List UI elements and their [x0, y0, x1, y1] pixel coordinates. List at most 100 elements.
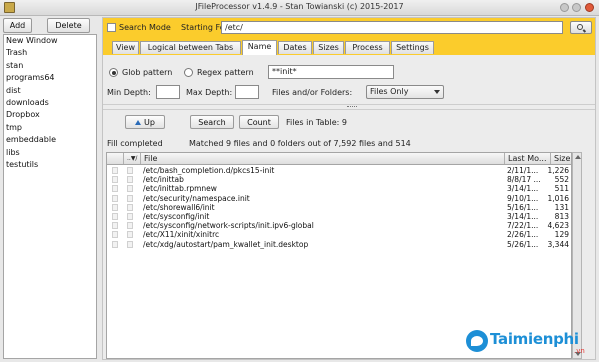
splitter[interactable] [103, 104, 595, 110]
table-row[interactable]: /etc/X11/xinit/xinitrc 2/26/1... 129 [107, 230, 571, 239]
bookmark-item[interactable]: tmp [4, 122, 96, 134]
row-select-box[interactable] [112, 176, 118, 184]
table-row[interactable]: /etc/sysconfig/init 3/14/1... 813 [107, 212, 571, 221]
regex-pattern-label: Regex pattern [197, 68, 254, 77]
header-select[interactable] [107, 153, 124, 164]
table-row[interactable]: /etc/inittab.rpmnew 3/14/1... 511 [107, 184, 571, 193]
files-folders-label: Files and/or Folders: [272, 88, 353, 97]
glob-pattern-radio[interactable] [109, 68, 118, 77]
cell-size: 131 [554, 202, 569, 212]
header-sort-indicator[interactable]: ..▼/ [124, 153, 141, 164]
cell-file: /etc/xdg/autostart/pam_kwallet_init.desk… [143, 239, 309, 249]
row-select-box[interactable] [112, 203, 118, 211]
row-select-box[interactable] [112, 167, 118, 174]
max-depth-label: Max Depth: [186, 88, 233, 97]
search-button[interactable]: Search [190, 115, 234, 129]
tab-process[interactable]: Process [345, 41, 390, 54]
row-select-box[interactable] [112, 185, 118, 193]
cell-size: 552 [554, 175, 569, 185]
cell-file: /etc/security/namespace.init [143, 193, 250, 203]
table-row[interactable]: /etc/shorewall6/init 5/16/1... 131 [107, 203, 571, 212]
cell-last-modified: 5/26/1... [507, 239, 539, 249]
tab-name[interactable]: Name [242, 40, 277, 55]
cell-last-modified: 9/10/1... [507, 193, 539, 203]
bookmark-item[interactable]: testutils [4, 159, 96, 171]
row-select-box[interactable] [112, 240, 118, 248]
header-last-modified[interactable]: Last Mo... [505, 153, 551, 164]
window-title: JFileProcessor v1.4.9 - Stan Towianski (… [195, 2, 404, 11]
minimize-button[interactable] [560, 3, 569, 12]
close-button[interactable] [585, 3, 594, 12]
browse-folder-button[interactable] [570, 21, 592, 34]
cell-file: /etc/X11/xinit/xinitrc [143, 230, 220, 240]
count-button[interactable]: Count [239, 115, 279, 129]
header-file[interactable]: File [141, 153, 505, 164]
cell-size: 511 [554, 184, 569, 194]
watermark-text: Taimienphi [490, 330, 579, 348]
cell-last-modified: 7/22/1... [507, 221, 539, 231]
files-folders-select[interactable]: Files Only [366, 85, 444, 99]
bookmark-item[interactable]: Trash [4, 47, 96, 59]
row-select-box[interactable] [112, 231, 118, 239]
tab-sizes[interactable]: Sizes [313, 41, 344, 54]
cell-last-modified: 5/16/1... [507, 202, 539, 212]
bookmark-list: New Window Trash stan programs64 dist do… [3, 34, 97, 359]
splitter-grip-icon [347, 106, 357, 108]
search-icon [577, 24, 583, 30]
max-depth-input[interactable] [235, 85, 259, 99]
bookmark-item[interactable]: dist [4, 85, 96, 97]
table-header: ..▼/ File Last Mo... Size [107, 153, 571, 165]
up-button[interactable]: Up [125, 115, 165, 129]
title-bar: JFileProcessor v1.4.9 - Stan Towianski (… [0, 0, 599, 16]
arrow-up-icon [135, 120, 142, 125]
tab-logical[interactable]: Logical between Tabs [140, 41, 241, 54]
file-icon [127, 185, 133, 193]
bookmark-item[interactable]: stan [4, 60, 96, 72]
cell-size: 813 [554, 212, 569, 221]
tab-view[interactable]: View [112, 41, 139, 54]
row-select-box[interactable] [112, 194, 118, 202]
table-row[interactable]: /etc/security/namespace.init 9/10/1... 1,0… [107, 194, 571, 203]
cell-size: 3,344 [547, 239, 569, 249]
cell-file: /etc/sysconfig/network-scripts/init.ipv6… [143, 221, 314, 231]
header-size[interactable]: Size [551, 153, 571, 164]
table-row[interactable]: /etc/inittab 8/8/17 ... 552 [107, 175, 571, 184]
table-row[interactable]: /etc/bash_completion.d/pkcs15-init 2/11/1… [107, 166, 571, 175]
file-icon [127, 231, 133, 239]
add-button[interactable]: Add [3, 18, 32, 33]
cell-file: /etc/inittab [143, 175, 184, 185]
watermark-icon [466, 330, 488, 352]
bookmark-item[interactable]: downloads [4, 97, 96, 109]
table-row[interactable]: /etc/xdg/autostart/pam_kwallet_init.desk… [107, 240, 571, 249]
cell-file: /etc/bash_completion.d/pkcs15-init [143, 166, 275, 175]
table-row[interactable]: /etc/sysconfig/network-scripts/init.ipv6… [107, 221, 571, 230]
cell-last-modified: 2/26/1... [507, 230, 539, 240]
row-select-box[interactable] [112, 213, 118, 220]
file-icon [127, 213, 133, 220]
tab-settings[interactable]: Settings [391, 41, 434, 54]
scroll-up-icon[interactable] [575, 155, 581, 159]
status-state: Fill completed [107, 139, 163, 148]
regex-pattern-radio[interactable] [184, 68, 193, 77]
row-select-box[interactable] [112, 222, 118, 230]
files-in-table-text: Files in Table: [286, 118, 340, 127]
bookmark-item[interactable]: programs64 [4, 72, 96, 84]
min-depth-input[interactable] [156, 85, 180, 99]
cell-size: 1,016 [547, 193, 569, 203]
bookmark-item[interactable]: libs [4, 147, 96, 159]
bookmark-item[interactable]: New Window [4, 35, 96, 47]
chevron-down-icon [434, 90, 440, 94]
pattern-input[interactable]: **init* [268, 65, 394, 79]
file-icon [127, 167, 133, 174]
cell-last-modified: 2/11/1... [507, 166, 539, 175]
search-mode-checkbox[interactable] [107, 23, 116, 32]
file-icon [127, 203, 133, 211]
delete-button[interactable]: Delete [47, 18, 90, 33]
cell-size: 129 [554, 230, 569, 240]
starting-folder-input[interactable]: /etc/ [221, 21, 563, 34]
bookmark-item[interactable]: embeddable [4, 134, 96, 146]
maximize-button[interactable] [572, 3, 581, 12]
bookmark-item[interactable]: Dropbox [4, 109, 96, 121]
watermark-logo: Taimienphi .vn [466, 328, 596, 358]
tab-dates[interactable]: Dates [278, 41, 312, 54]
